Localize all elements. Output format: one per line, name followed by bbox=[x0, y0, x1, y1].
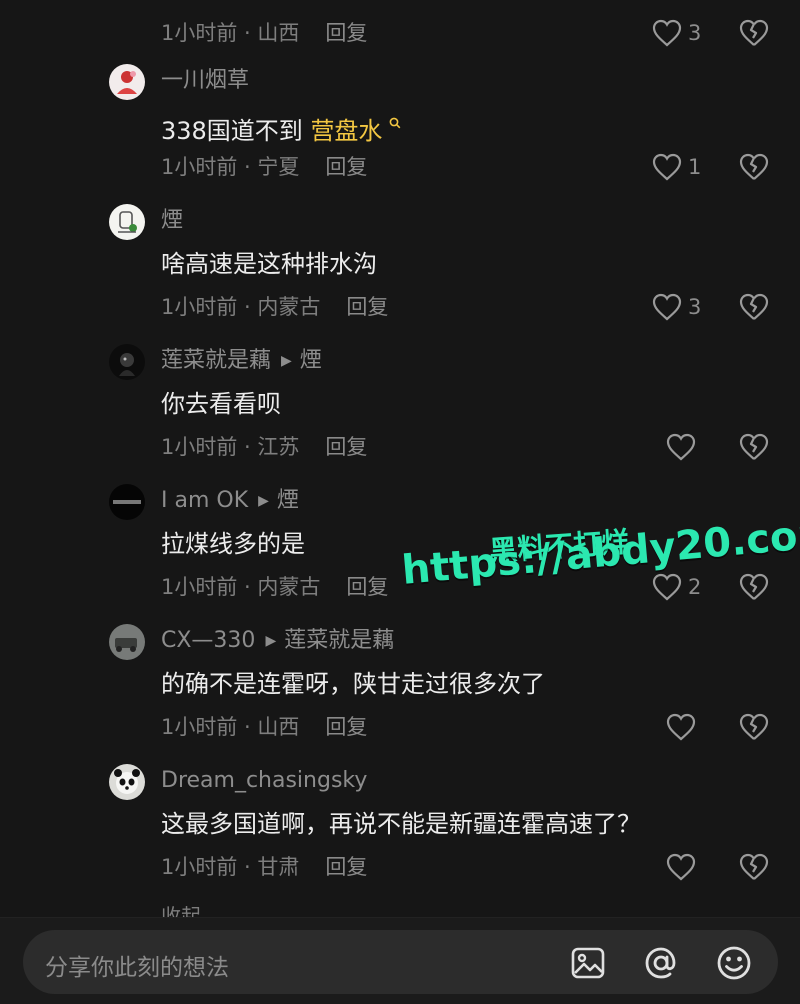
like-button[interactable] bbox=[666, 712, 702, 742]
like-button[interactable]: 3 bbox=[652, 292, 701, 322]
comment-partial: 1小时前 · 山西 回复 3 bbox=[0, 0, 800, 70]
reply-button[interactable]: 回复 bbox=[325, 715, 367, 739]
comment-username: I am OK ▶ 煙 bbox=[161, 486, 299, 516]
avatar[interactable] bbox=[109, 204, 145, 240]
broken-heart-icon bbox=[739, 573, 769, 600]
like-button[interactable]: 3 bbox=[652, 18, 701, 48]
comment-text: 这最多国道啊，再说不能是新疆连霍高速了？ bbox=[161, 810, 641, 838]
heart-icon bbox=[666, 853, 696, 881]
comment-item: Dream_chasingsky 这最多国道啊，再说不能是新疆连霍高速了？ 1小… bbox=[0, 764, 800, 904]
dislike-button[interactable] bbox=[738, 291, 770, 323]
comment-username-link[interactable]: 莲菜就是藕 bbox=[161, 348, 271, 373]
reply-button[interactable]: 回复 bbox=[346, 575, 388, 599]
avatar[interactable] bbox=[109, 344, 145, 380]
avatar[interactable] bbox=[109, 64, 145, 100]
emoji-icon[interactable] bbox=[714, 943, 754, 983]
comment-username-link[interactable]: CX—330 bbox=[161, 628, 255, 653]
comment-username: 莲菜就是藕 ▶ 煙 bbox=[161, 346, 322, 376]
comment-meta: 1小时前 · 山西 回复 bbox=[161, 21, 368, 45]
broken-heart-icon bbox=[739, 293, 769, 320]
heart-icon bbox=[652, 19, 682, 47]
comment-meta: 1小时前 · 甘肃 回复 bbox=[161, 855, 368, 879]
heart-icon bbox=[652, 293, 682, 321]
image-icon[interactable] bbox=[568, 943, 608, 983]
reply-to-username[interactable]: 煙 bbox=[277, 488, 299, 513]
heart-icon bbox=[652, 573, 682, 601]
like-count: 1 bbox=[688, 155, 702, 179]
comment-item: CX—330 ▶ 莲菜就是藕 的确不是连霍呀，陕甘走过很多次了 1小时前 · 山西回… bbox=[0, 624, 800, 764]
like-count: 3 bbox=[688, 295, 702, 319]
reply-to-username[interactable]: 煙 bbox=[300, 348, 322, 373]
reply-arrow-icon: ▶ bbox=[258, 493, 269, 509]
comment-username[interactable]: Dream_chasingsky bbox=[161, 766, 367, 796]
dislike-button[interactable] bbox=[738, 17, 770, 49]
broken-heart-icon bbox=[739, 853, 769, 880]
comment-item: 一川烟草 338国道不到 营盘水 1小时前 · 宁夏 回复 1 bbox=[0, 64, 800, 204]
comment-meta: 1小时前 · 江苏 回复 bbox=[161, 435, 368, 459]
comment-input-placeholder: 分享你此刻的想法 bbox=[45, 955, 229, 981]
broken-heart-icon bbox=[739, 433, 769, 460]
comment-text: 338国道不到 营盘水 bbox=[161, 108, 401, 147]
reply-button[interactable]: 回复 bbox=[325, 435, 367, 459]
comment-meta: 1小时前 · 内蒙古 回复 bbox=[161, 575, 389, 599]
dislike-button[interactable] bbox=[738, 851, 770, 883]
broken-heart-icon bbox=[739, 153, 769, 180]
like-button[interactable]: 2 bbox=[652, 572, 701, 602]
avatar[interactable] bbox=[109, 624, 145, 660]
avatar[interactable] bbox=[109, 484, 145, 520]
like-button[interactable] bbox=[666, 852, 702, 882]
comment-username[interactable]: 一川烟草 bbox=[161, 66, 249, 96]
like-count: 3 bbox=[688, 21, 702, 45]
at-icon[interactable] bbox=[641, 943, 681, 983]
reply-button[interactable]: 回复 bbox=[325, 21, 367, 45]
reply-button[interactable]: 回复 bbox=[325, 855, 367, 879]
comment-text: 的确不是连霍呀，陕甘走过很多次了 bbox=[161, 670, 545, 698]
comment-input-bar: 分享你此刻的想法 bbox=[0, 917, 800, 1004]
reply-button[interactable]: 回复 bbox=[325, 155, 367, 179]
avatar[interactable] bbox=[109, 764, 145, 800]
search-icon[interactable] bbox=[383, 114, 400, 133]
comment-text: 你去看看呗 bbox=[161, 390, 281, 418]
heart-icon bbox=[666, 713, 696, 741]
search-highlight-link[interactable]: 营盘水 bbox=[310, 117, 382, 145]
like-count: 2 bbox=[688, 575, 702, 599]
comment-meta: 1小时前 · 内蒙古 回复 bbox=[161, 295, 389, 319]
reply-arrow-icon: ▶ bbox=[265, 633, 277, 649]
reply-button[interactable]: 回复 bbox=[346, 295, 388, 319]
dislike-button[interactable] bbox=[738, 571, 770, 603]
dislike-button[interactable] bbox=[738, 151, 770, 183]
comment-meta: 1小时前 · 宁夏 回复 bbox=[161, 155, 368, 179]
comment-meta: 1小时前 · 山西 回复 bbox=[161, 715, 368, 739]
reply-arrow-icon: ▶ bbox=[281, 353, 292, 369]
comment-text: 拉煤线多的是 bbox=[161, 530, 305, 558]
broken-heart-icon bbox=[739, 19, 769, 46]
broken-heart-icon bbox=[739, 713, 769, 740]
like-button[interactable] bbox=[666, 432, 702, 462]
comment-text: 啥高速是这种排水沟 bbox=[161, 250, 377, 278]
dislike-button[interactable] bbox=[738, 431, 770, 463]
comment-input[interactable]: 分享你此刻的想法 bbox=[23, 930, 778, 994]
reply-to-username[interactable]: 莲菜就是藕 bbox=[284, 628, 394, 653]
heart-icon bbox=[666, 433, 696, 461]
comment-username-link[interactable]: I am OK bbox=[161, 488, 248, 513]
comment-item: 莲菜就是藕 ▶ 煙 你去看看呗 1小时前 · 江苏 回复 bbox=[0, 344, 800, 484]
heart-icon bbox=[652, 153, 682, 181]
dislike-button[interactable] bbox=[738, 711, 770, 743]
like-button[interactable]: 1 bbox=[652, 152, 701, 182]
comment-username[interactable]: 煙 bbox=[161, 206, 183, 236]
comment-username: CX—330 ▶ 莲菜就是藕 bbox=[161, 626, 394, 656]
comment-item: 煙 啥高速是这种排水沟 1小时前 · 内蒙古 回复 3 bbox=[0, 204, 800, 344]
